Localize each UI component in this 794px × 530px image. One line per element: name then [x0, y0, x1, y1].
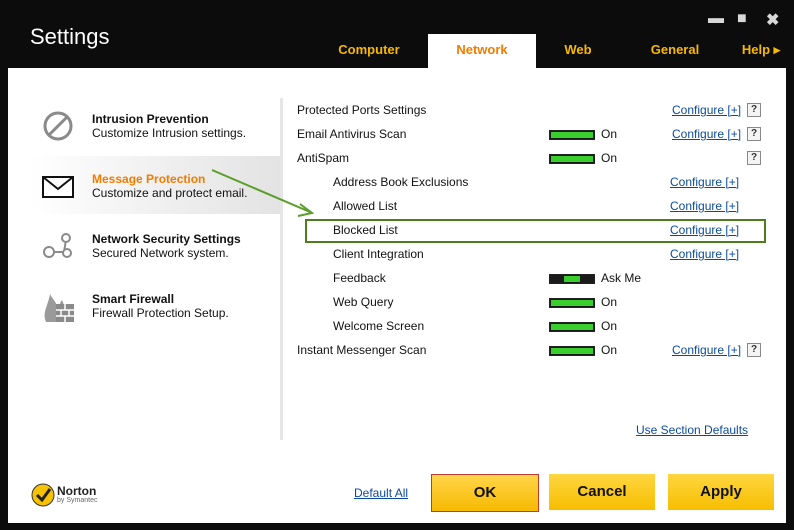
- norton-logo: Norton by Symantec: [30, 480, 110, 510]
- toggle-state: Ask Me: [601, 271, 642, 285]
- help-icon[interactable]: ?: [747, 343, 761, 357]
- configure-link[interactable]: Configure [+]: [672, 343, 741, 357]
- toggle-switch[interactable]: [549, 322, 595, 332]
- configure-link[interactable]: Configure [+]: [670, 175, 739, 189]
- logo-subtitle: by Symantec: [57, 497, 98, 504]
- toggle-fill: [551, 300, 593, 306]
- tab-network[interactable]: Network: [428, 34, 536, 68]
- setting-label: Allowed List: [333, 199, 398, 213]
- toggle-fill: [551, 348, 593, 354]
- setting-label: Address Book Exclusions: [333, 175, 469, 189]
- setting-row-antispam: AntiSpam On ?: [297, 146, 767, 170]
- toggle-fill: [551, 156, 593, 162]
- blocked-list-highlight: [305, 219, 766, 243]
- setting-row-client-integration: Client Integration Configure [+]: [297, 242, 767, 266]
- setting-label: Client Integration: [333, 247, 424, 261]
- maximize-icon[interactable]: ■: [737, 10, 747, 28]
- toggle-state: On: [601, 319, 618, 333]
- network-nodes-icon: [43, 233, 72, 258]
- settings-window: Settings ▬ ■ ✖ Computer Network Web Gene…: [0, 0, 794, 530]
- setting-row-email-antivirus: Email Antivirus Scan On Configure [+] ?: [297, 122, 767, 146]
- toggle-state: On: [601, 295, 618, 309]
- toggle-state: On: [601, 127, 618, 141]
- close-icon[interactable]: ✖: [766, 10, 779, 30]
- logo-name: Norton: [57, 484, 97, 498]
- envelope-icon: [42, 176, 74, 198]
- sidebar-item-subtitle: Secured Network system.: [92, 246, 229, 260]
- window-title: Settings: [30, 24, 110, 49]
- help-icon[interactable]: ?: [747, 103, 761, 117]
- sidebar-item-intrusion-prevention[interactable]: Intrusion Prevention Customize Intrusion…: [30, 96, 280, 154]
- sidebar-item-network-security[interactable]: Network Security Settings Secured Networ…: [30, 216, 280, 274]
- toggle-state: On: [601, 151, 618, 165]
- firewall-icon: [44, 294, 74, 322]
- minimize-icon[interactable]: ▬: [708, 10, 724, 28]
- tab-computer[interactable]: Computer: [310, 34, 428, 68]
- setting-row-welcome-screen: Welcome Screen On: [297, 314, 767, 338]
- sidebar-item-title: Intrusion Prevention: [92, 112, 209, 126]
- toggle-switch[interactable]: [549, 346, 595, 356]
- configure-link[interactable]: Configure [+]: [670, 199, 739, 213]
- help-icon[interactable]: ?: [747, 151, 761, 165]
- sidebar-item-subtitle: Customize Intrusion settings.: [92, 126, 247, 140]
- setting-label: Email Antivirus Scan: [297, 127, 407, 141]
- toggle-fill: [551, 132, 593, 138]
- sidebar-item-title: Smart Firewall: [92, 292, 175, 306]
- setting-row-feedback: Feedback Ask Me: [297, 266, 767, 290]
- setting-label: Feedback: [333, 271, 386, 285]
- configure-link[interactable]: Configure [+]: [672, 127, 741, 141]
- setting-label: Web Query: [333, 295, 394, 309]
- setting-label: Instant Messenger Scan: [297, 343, 427, 357]
- sidebar-divider: [280, 98, 283, 440]
- no-entry-icon: [43, 111, 73, 141]
- ok-button[interactable]: OK: [431, 474, 539, 512]
- toggle-switch[interactable]: [549, 154, 595, 164]
- norton-check-icon: [31, 483, 55, 507]
- setting-row-address-book: Address Book Exclusions Configure [+]: [297, 170, 767, 194]
- sidebar-item-subtitle: Firewall Protection Setup.: [92, 306, 229, 320]
- sidebar-item-title: Network Security Settings: [92, 232, 241, 246]
- setting-row-web-query: Web Query On: [297, 290, 767, 314]
- setting-label: Welcome Screen: [333, 319, 425, 333]
- default-all-link[interactable]: Default All: [354, 486, 408, 500]
- setting-label: Protected Ports Settings: [297, 103, 427, 117]
- tab-general[interactable]: General: [620, 34, 730, 68]
- configure-link[interactable]: Configure [+]: [670, 247, 739, 261]
- sidebar-item-title: Message Protection: [92, 172, 206, 186]
- toggle-fill: [551, 324, 593, 330]
- tab-help[interactable]: Help ▸: [730, 34, 792, 68]
- use-section-defaults-link[interactable]: Use Section Defaults: [636, 423, 748, 437]
- toggle-fill: [564, 276, 580, 282]
- tab-web[interactable]: Web: [536, 34, 620, 68]
- configure-link[interactable]: Configure [+]: [672, 103, 741, 117]
- setting-row-protected-ports: Protected Ports Settings Configure [+] ?: [297, 98, 767, 122]
- content-panel: Intrusion Prevention Customize Intrusion…: [8, 68, 786, 523]
- toggle-state: On: [601, 343, 618, 357]
- toggle-switch[interactable]: [549, 274, 595, 284]
- sidebar-item-smart-firewall[interactable]: Smart Firewall Firewall Protection Setup…: [30, 276, 280, 334]
- setting-row-instant-messenger: Instant Messenger Scan On Configure [+] …: [297, 338, 767, 362]
- toggle-switch[interactable]: [549, 130, 595, 140]
- setting-label: AntiSpam: [297, 151, 350, 165]
- toggle-switch[interactable]: [549, 298, 595, 308]
- help-icon[interactable]: ?: [747, 127, 761, 141]
- apply-button[interactable]: Apply: [668, 474, 774, 510]
- setting-row-allowed-list: Allowed List Configure [+]: [297, 194, 767, 218]
- cancel-button[interactable]: Cancel: [549, 474, 655, 510]
